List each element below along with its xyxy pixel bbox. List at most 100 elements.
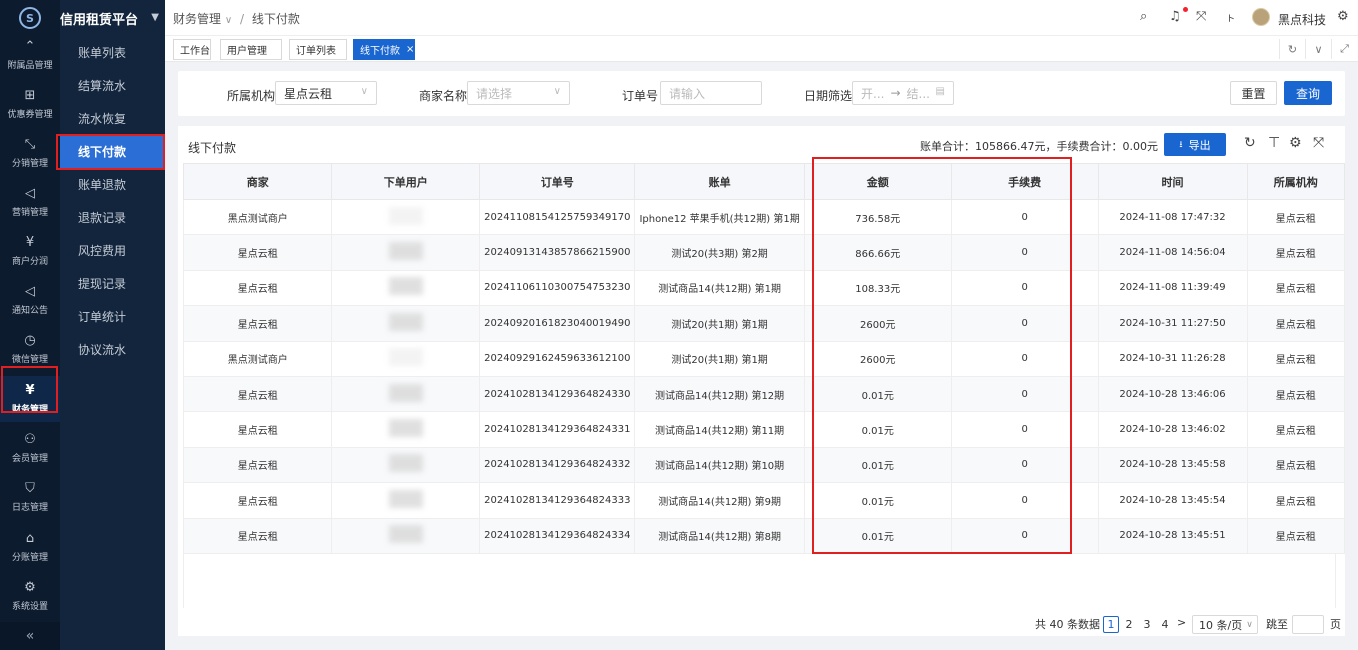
order-input[interactable]: 请输入 <box>660 81 762 105</box>
submenu-item-1[interactable]: 结算流水 <box>60 69 165 102</box>
table-row[interactable]: 星点云租 20241028134129364824331 测试商品14(共12期) … <box>182 411 1345 448</box>
settings-icon[interactable]: ⚙ <box>1337 9 1349 24</box>
org-select[interactable]: 星点云租 ∨ <box>275 81 377 105</box>
query-button[interactable]: 查询 <box>1284 81 1332 105</box>
cell-org: 星点云租 <box>1246 198 1345 236</box>
submenu-item-4[interactable]: 账单退款 <box>60 168 165 201</box>
page-number[interactable]: 4 <box>1157 616 1173 633</box>
rail-item-6[interactable]: ◷ 微信管理 <box>0 326 60 372</box>
blurred-user <box>388 383 423 402</box>
page-number[interactable]: 2 <box>1121 616 1137 633</box>
cell-amount: 0.01元 <box>803 375 952 413</box>
table-row[interactable]: 星点云租 20241028134129364824334 测试商品14(共12期) … <box>182 517 1345 554</box>
cell-amount: 0.01元 <box>803 446 952 484</box>
collapse-sidebar-button[interactable]: « <box>0 622 60 650</box>
breadcrumb-parent[interactable]: 财务管理 <box>173 12 221 26</box>
reset-button[interactable]: 重置 <box>1230 81 1277 105</box>
watermark-decor <box>915 0 1125 4</box>
tab-user-management[interactable]: 用户管理 <box>220 39 282 60</box>
page-number[interactable]: 1 <box>1103 616 1119 633</box>
chevron-down-icon: ∨ <box>553 86 561 97</box>
submenu-item-6[interactable]: 风控费用 <box>60 234 165 267</box>
table-row[interactable]: 黑点测试商户 20240929162459633612100 测试20(共1期) 第… <box>182 340 1345 377</box>
cell-merchant: 星点云租 <box>182 234 333 271</box>
cell-order: 20241108154125759349170 <box>479 198 636 236</box>
table-row[interactable]: 星点云租 20241106110300754753230 测试商品14(共12期) … <box>182 269 1345 307</box>
export-button[interactable]: ⭳ 导出 <box>1164 133 1226 156</box>
chevron-down-icon[interactable]: ∨ <box>1305 39 1331 59</box>
table-row[interactable]: 星点云租 20241028134129364824330 测试商品14(共12期) … <box>182 375 1345 413</box>
tab-order-list[interactable]: 订单列表 <box>289 39 347 60</box>
close-icon[interactable]: × <box>406 44 414 55</box>
user-name[interactable]: 黑点科技 <box>1278 11 1326 28</box>
rail-item-7[interactable]: ¥ 财务管理 <box>0 376 60 422</box>
blurred-user <box>388 277 423 296</box>
rail-item-8[interactable]: ⚇ 会员管理 <box>0 425 60 471</box>
refresh-icon[interactable]: ↻ <box>1244 135 1256 151</box>
brand-title: 信用租赁平台 ▼ <box>60 0 165 36</box>
tab-label: 订单列表 <box>296 46 336 57</box>
submenu-item-8[interactable]: 订单统计 <box>60 300 165 333</box>
icon-rail: S ⌃ 附属品管理 ⊞ 优惠券管理 ⤡ 分销管理 ◁ 营销管理 ¥ 商户分润 ◁ 通知公告 ◷ 微信管理 ¥… <box>0 0 60 650</box>
cell-user <box>331 305 481 342</box>
refresh-icon[interactable]: ↻ <box>1279 39 1305 59</box>
rail-item-11[interactable]: ⚙ 系统设置 <box>0 573 60 619</box>
language-icon[interactable]: ㇳ <box>1225 9 1236 25</box>
submenu-item-0[interactable]: 账单列表 <box>60 36 165 69</box>
page-size-select[interactable]: 10 条/页 ∨ <box>1192 615 1258 634</box>
rail-item-0[interactable]: ⌃ 附属品管理 <box>0 32 60 78</box>
tab-workbench[interactable]: 工作台 <box>173 39 211 60</box>
rail-item-10[interactable]: ⌂ 分账管理 <box>0 524 60 570</box>
calendar-icon: ▤ <box>935 86 945 97</box>
megaphone-icon: ◁ <box>25 185 35 201</box>
pagination-total: 共 40 条数据 <box>1035 618 1100 631</box>
blurred-user <box>388 489 423 508</box>
settings-icon[interactable]: ⚙ <box>1289 135 1302 151</box>
bell-icon[interactable]: ♫ <box>1169 9 1181 24</box>
rail-item-9[interactable]: ⛉ 日志管理 <box>0 474 60 520</box>
submenu-item-7[interactable]: 提现记录 <box>60 267 165 300</box>
cell-order: 20241106110300754753230 <box>479 269 636 307</box>
table-row[interactable]: 黑点测试商户 20241108154125759349170 Iphone12 苹果… <box>182 198 1345 236</box>
rail-item-2[interactable]: ⤡ 分销管理 <box>0 130 60 176</box>
density-icon[interactable]: ⊤ <box>1268 135 1280 151</box>
notification-dot <box>1183 7 1188 12</box>
table-row[interactable]: 星点云租 20240920161823040019490 测试20(共1期) 第1期… <box>182 305 1345 342</box>
search-icon[interactable]: ⌕ <box>1140 9 1147 24</box>
rail-item-3[interactable]: ◁ 营销管理 <box>0 179 60 225</box>
chevron-right-icon[interactable]: > <box>1177 616 1186 629</box>
cell-amount: 2600元 <box>803 340 952 377</box>
cell-amount: 108.33元 <box>803 269 952 307</box>
submenu-item-2[interactable]: 流水恢复 <box>60 102 165 135</box>
table-title: 线下付款 <box>188 141 237 155</box>
rail-item-4[interactable]: ¥ 商户分润 <box>0 228 60 274</box>
fullscreen-icon[interactable]: ⤧ <box>1313 135 1324 151</box>
merchant-label: 商家名称 <box>419 89 468 103</box>
fullscreen-icon[interactable]: ⤧ <box>1196 9 1206 24</box>
cell-bill: 测试商品14(共12期) 第11期 <box>634 411 805 448</box>
avatar[interactable] <box>1252 8 1270 26</box>
merchant-select-placeholder: 请选择 <box>476 86 513 101</box>
table-row[interactable]: 星点云租 20240913143857866215900 测试20(共3期) 第2期… <box>182 234 1345 271</box>
cell-org: 星点云租 <box>1246 411 1345 448</box>
pin-icon[interactable]: ▼ <box>151 12 159 23</box>
filter-panel: 所属机构 星点云租 ∨ 商家名称 请选择 ∨ 订单号 请输入 日期筛选 开... →… <box>178 71 1345 116</box>
fullscreen-icon[interactable]: ⤢ <box>1331 39 1357 59</box>
jump-page-input[interactable] <box>1292 615 1324 634</box>
submenu-item-3[interactable]: 线下付款 <box>60 135 165 168</box>
table-row[interactable]: 星点云租 20241028134129364824332 测试商品14(共12期) … <box>182 446 1345 484</box>
date-range-picker[interactable]: 开... → 结... ▤ <box>852 81 954 105</box>
rail-item-5[interactable]: ◁ 通知公告 <box>0 277 60 323</box>
page-number[interactable]: 3 <box>1139 616 1155 633</box>
breadcrumb-separator: / <box>240 12 245 26</box>
tab-offline-payment[interactable]: 线下付款 × <box>353 39 415 60</box>
chevron-down-icon: ∨ <box>1246 619 1253 630</box>
merchant-select[interactable]: 请选择 ∨ <box>467 81 570 105</box>
order-label: 订单号 <box>622 89 659 103</box>
wallet-icon: ¥ <box>25 382 35 398</box>
submenu-item-5[interactable]: 退款记录 <box>60 201 165 234</box>
table-row[interactable]: 星点云租 20241028134129364824333 测试商品14(共12期) … <box>182 482 1345 519</box>
rail-item-1[interactable]: ⊞ 优惠券管理 <box>0 81 60 127</box>
cell-merchant: 星点云租 <box>182 517 333 554</box>
submenu-item-9[interactable]: 协议流水 <box>60 333 165 366</box>
